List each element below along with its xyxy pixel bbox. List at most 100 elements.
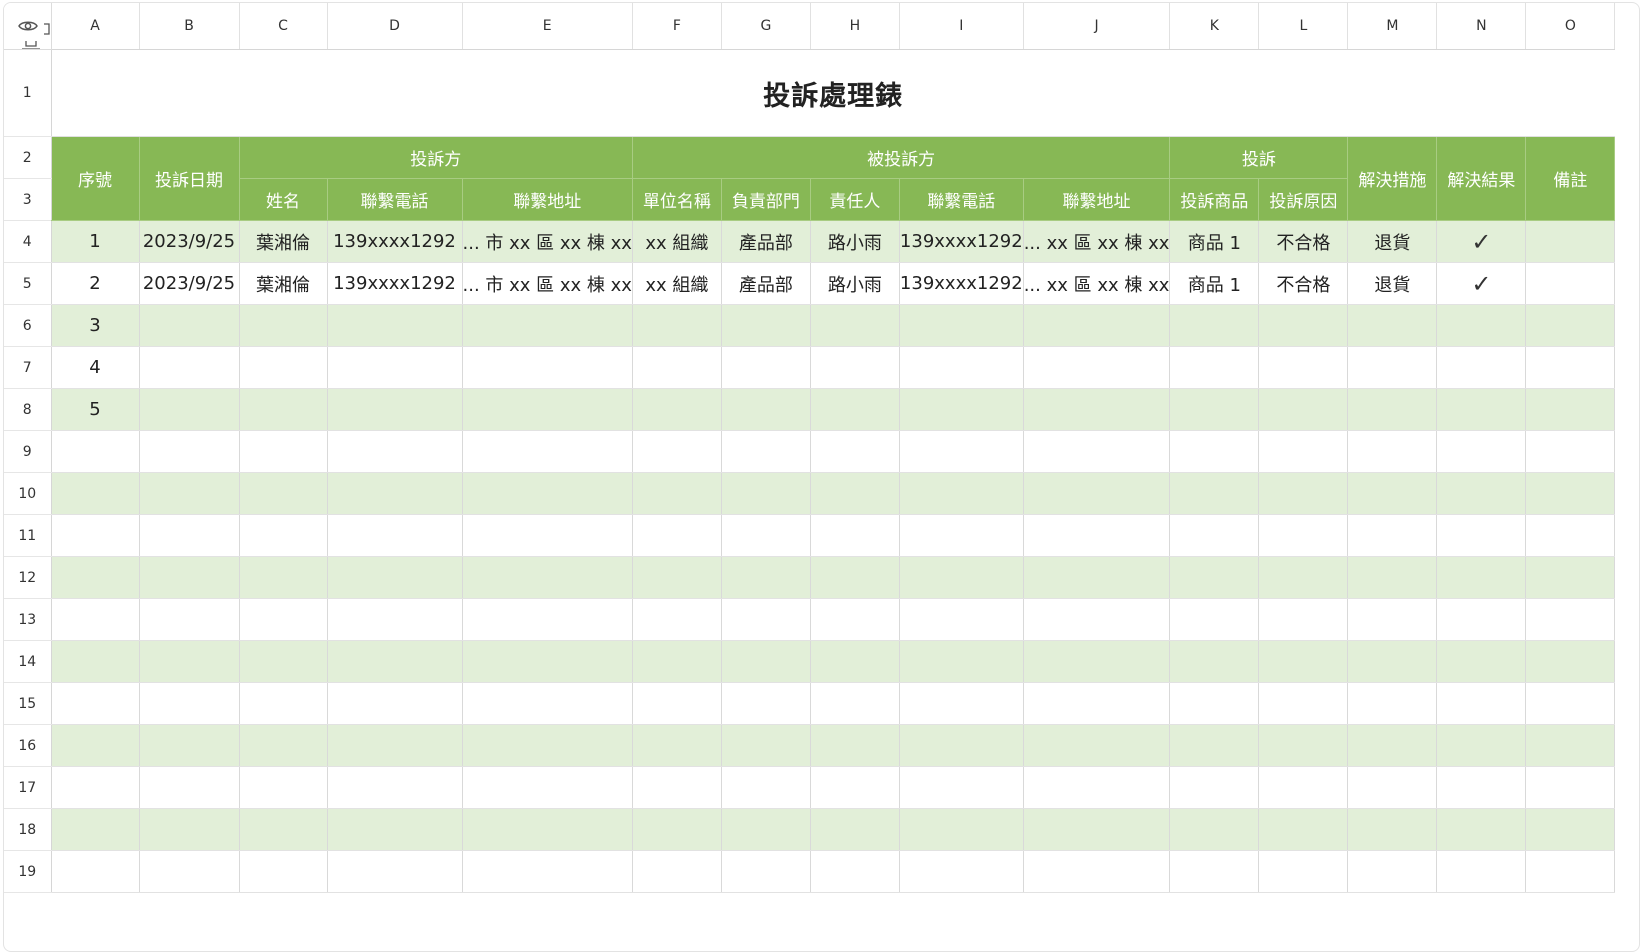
grid-cell[interactable] xyxy=(462,682,633,725)
row-header[interactable]: 18 xyxy=(4,808,52,851)
grid-cell[interactable] xyxy=(1436,724,1527,767)
grid-cell[interactable] xyxy=(139,682,240,725)
column-header[interactable]: L xyxy=(1258,3,1349,50)
grid-cell[interactable] xyxy=(139,640,240,683)
grid-cell[interactable] xyxy=(1525,262,1616,305)
grid-cell[interactable] xyxy=(810,640,900,683)
grid-cell[interactable]: 路小雨 xyxy=(810,220,900,263)
grid-cell[interactable] xyxy=(1525,640,1616,683)
grid-cell[interactable] xyxy=(1258,472,1349,515)
grid-cell[interactable]: 路小雨 xyxy=(810,262,900,305)
grid-cell[interactable]: 退貨 xyxy=(1347,220,1438,263)
grid-cell[interactable] xyxy=(810,514,900,557)
row-header[interactable]: 7 xyxy=(4,346,52,389)
grid-cell[interactable] xyxy=(810,304,900,347)
grid-cell[interactable] xyxy=(462,724,633,767)
row-header[interactable]: 13 xyxy=(4,598,52,641)
grid-cell[interactable] xyxy=(139,766,240,809)
grid-cell[interactable] xyxy=(899,850,1024,893)
grid-cell[interactable] xyxy=(899,640,1024,683)
grid-cell[interactable] xyxy=(1436,682,1527,725)
grid-cell[interactable]: 3 xyxy=(51,304,140,347)
sheet-title[interactable]: 投訴處理錶 xyxy=(51,49,1615,137)
grid-cell[interactable] xyxy=(1525,430,1616,473)
row-header[interactable]: 8 xyxy=(4,388,52,431)
grid-cell[interactable] xyxy=(1258,304,1349,347)
grid-cell[interactable] xyxy=(239,850,328,893)
grid-cell[interactable]: 退貨 xyxy=(1347,262,1438,305)
grid-cell[interactable]: ... 市 xx 區 xx 棟 xx xyxy=(462,262,633,305)
header-person[interactable]: 責任人 xyxy=(810,178,900,221)
grid-cell[interactable]: 139xxxx1292 xyxy=(327,262,463,305)
grid-cell[interactable] xyxy=(1258,808,1349,851)
grid-cell[interactable] xyxy=(899,682,1024,725)
grid-cell[interactable]: 商品 1 xyxy=(1169,262,1260,305)
grid-cell[interactable] xyxy=(462,808,633,851)
grid-cell[interactable] xyxy=(1258,766,1349,809)
column-header[interactable]: C xyxy=(239,3,328,50)
grid-cell[interactable] xyxy=(139,388,240,431)
sheet-corner[interactable] xyxy=(4,3,52,50)
grid-cell[interactable] xyxy=(1169,724,1260,767)
column-header[interactable]: M xyxy=(1347,3,1438,50)
grid-cell[interactable] xyxy=(1436,346,1527,389)
grid-cell[interactable]: ✓ xyxy=(1436,220,1527,263)
split-rows-icon[interactable] xyxy=(21,40,41,50)
grid-cell[interactable]: 1 xyxy=(51,220,140,263)
grid-cell[interactable] xyxy=(462,598,633,641)
row-header[interactable]: 19 xyxy=(4,850,52,893)
grid-cell[interactable] xyxy=(1023,556,1171,599)
grid-cell[interactable] xyxy=(1436,640,1527,683)
grid-cell[interactable] xyxy=(899,808,1024,851)
grid-cell[interactable] xyxy=(721,304,811,347)
grid-cell[interactable] xyxy=(632,850,722,893)
grid-cell[interactable] xyxy=(239,640,328,683)
grid-cell[interactable] xyxy=(327,766,463,809)
grid-cell[interactable] xyxy=(239,556,328,599)
grid-cell[interactable] xyxy=(632,472,722,515)
grid-cell[interactable] xyxy=(1023,808,1171,851)
grid-cell[interactable] xyxy=(1258,724,1349,767)
grid-cell[interactable] xyxy=(1258,514,1349,557)
grid-cell[interactable] xyxy=(810,682,900,725)
grid-cell[interactable]: xx 組織 xyxy=(632,220,722,263)
row-header[interactable]: 6 xyxy=(4,304,52,347)
grid-cell[interactable] xyxy=(721,598,811,641)
grid-cell[interactable] xyxy=(899,304,1024,347)
grid-cell[interactable] xyxy=(1258,682,1349,725)
grid-cell[interactable] xyxy=(139,598,240,641)
grid-cell[interactable] xyxy=(462,430,633,473)
grid-cell[interactable] xyxy=(1525,724,1616,767)
grid-cell[interactable] xyxy=(462,472,633,515)
grid-cell[interactable] xyxy=(1258,598,1349,641)
grid-cell[interactable]: 4 xyxy=(51,346,140,389)
grid-cell[interactable] xyxy=(239,472,328,515)
grid-cell[interactable] xyxy=(1023,682,1171,725)
grid-cell[interactable] xyxy=(899,472,1024,515)
grid-cell[interactable] xyxy=(1169,388,1260,431)
grid-cell[interactable] xyxy=(632,346,722,389)
row-header[interactable]: 1 xyxy=(4,49,52,137)
grid-cell[interactable] xyxy=(632,556,722,599)
eye-icon[interactable] xyxy=(18,19,38,33)
grid-cell[interactable] xyxy=(899,430,1024,473)
grid-cell[interactable] xyxy=(1169,556,1260,599)
grid-cell[interactable] xyxy=(899,724,1024,767)
grid-cell[interactable] xyxy=(1169,346,1260,389)
grid-cell[interactable]: 2023/9/25 xyxy=(139,262,240,305)
grid-cell[interactable] xyxy=(632,430,722,473)
grid-cell[interactable] xyxy=(239,766,328,809)
grid-cell[interactable] xyxy=(810,346,900,389)
grid-cell[interactable] xyxy=(632,808,722,851)
grid-cell[interactable]: ✓ xyxy=(1436,262,1527,305)
grid-cell[interactable] xyxy=(327,808,463,851)
grid-cell[interactable] xyxy=(239,598,328,641)
grid-cell[interactable] xyxy=(239,304,328,347)
grid-cell[interactable] xyxy=(1258,388,1349,431)
grid-cell[interactable] xyxy=(1258,430,1349,473)
grid-cell[interactable] xyxy=(810,766,900,809)
header-address[interactable]: 聯繫地址 xyxy=(462,178,633,221)
grid-cell[interactable] xyxy=(1169,640,1260,683)
grid-cell[interactable] xyxy=(51,556,140,599)
header-complainant[interactable]: 投訴方 xyxy=(239,136,633,179)
